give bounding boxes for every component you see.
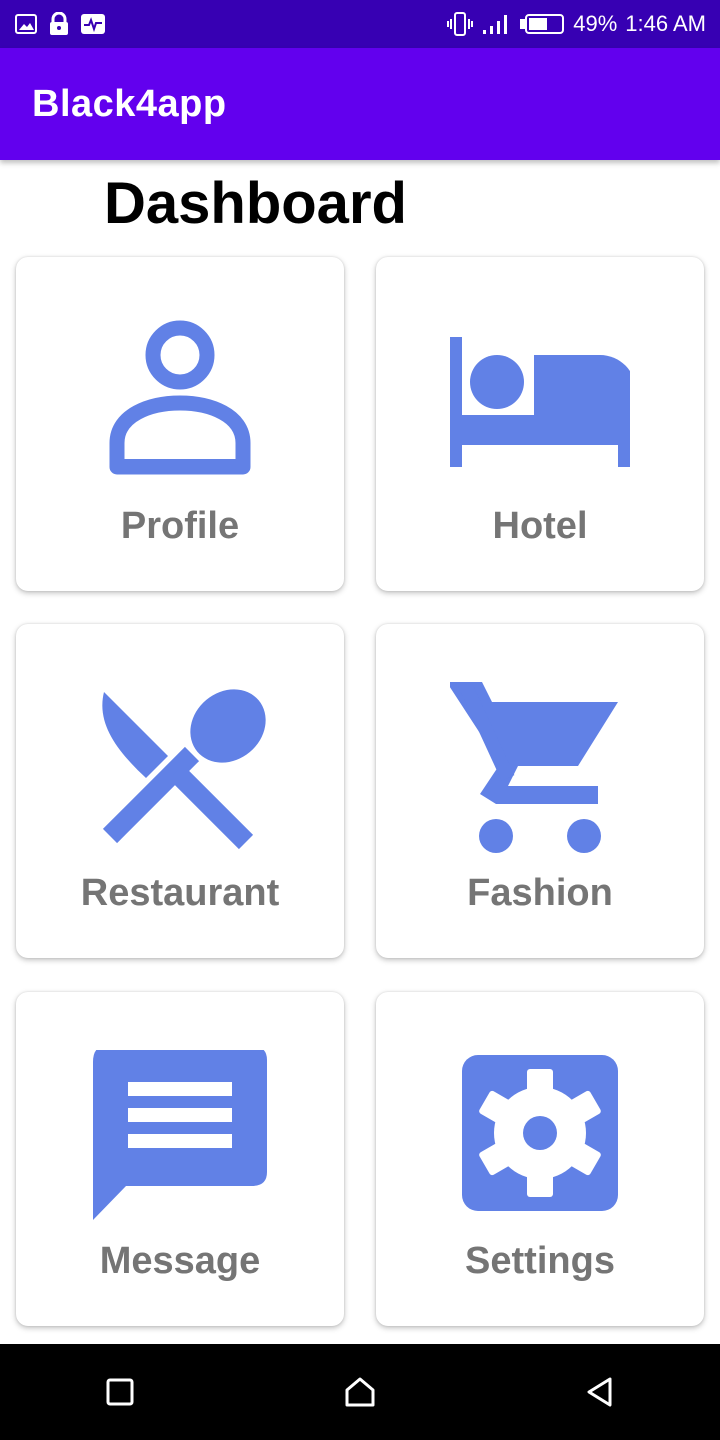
profile-label: Profile xyxy=(120,505,240,547)
restaurant-label: Restaurant xyxy=(80,872,280,914)
restaurant-icon xyxy=(102,689,266,850)
app-title: Black4app xyxy=(32,82,227,125)
hotel-card[interactable]: Hotel xyxy=(376,257,704,591)
status-bar: 49% 1:46 AM xyxy=(0,0,720,48)
image-icon xyxy=(15,14,37,34)
message-icon xyxy=(93,1050,267,1220)
home-button[interactable] xyxy=(330,1362,390,1422)
home-icon xyxy=(345,1377,375,1407)
status-right: 49% 1:46 AM xyxy=(447,11,706,37)
app-bar: Black4app xyxy=(0,48,720,160)
lock-icon xyxy=(50,12,68,35)
signal-icon xyxy=(483,15,508,34)
clock: 1:46 AM xyxy=(625,11,706,36)
recents-button[interactable] xyxy=(90,1362,150,1422)
settings-card[interactable]: Settings xyxy=(376,992,704,1326)
message-card[interactable]: Message xyxy=(16,992,344,1326)
hotel-label: Hotel xyxy=(492,505,588,547)
message-label: Message xyxy=(99,1240,261,1282)
fashion-label: Fashion xyxy=(467,872,613,914)
page-title: Dashboard xyxy=(104,171,407,236)
profile-card[interactable]: Profile xyxy=(16,257,344,591)
recents-icon xyxy=(106,1378,134,1406)
activity-icon xyxy=(81,14,105,34)
shopping-cart-icon xyxy=(450,682,618,853)
battery-icon xyxy=(520,14,565,34)
back-button[interactable] xyxy=(570,1362,630,1422)
bed-icon xyxy=(450,337,630,467)
battery-percentage: 49% xyxy=(573,11,618,36)
fashion-card[interactable]: Fashion xyxy=(376,624,704,958)
vibrate-icon xyxy=(447,12,474,36)
status-left xyxy=(14,12,106,36)
navigation-bar xyxy=(0,1344,720,1440)
restaurant-card[interactable]: Restaurant xyxy=(16,624,344,958)
settings-icon xyxy=(462,1055,618,1211)
person-icon xyxy=(109,320,251,475)
settings-label: Settings xyxy=(465,1240,615,1282)
back-icon xyxy=(587,1377,612,1407)
